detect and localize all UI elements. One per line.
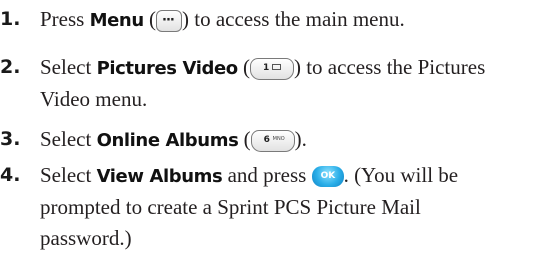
step-text: Select Online Albums (6 MNO). <box>40 124 536 156</box>
pictures-video-keyword: Pictures Video <box>96 58 239 79</box>
key-1-icon: 1 <box>249 58 294 80</box>
step-text-mid: ( <box>237 55 250 79</box>
menu-key-icon: ··· <box>156 10 182 32</box>
envelope-icon <box>271 64 281 70</box>
step-text-line2: Video menu. <box>40 87 148 111</box>
step-text: Select Pictures Video (1 ) to access the … <box>40 52 536 115</box>
online-albums-keyword: Online Albums <box>96 130 239 151</box>
step-text-after: . (You will be <box>343 163 459 187</box>
ok-key-icon: OK <box>311 166 344 187</box>
step-text-before: Select <box>40 127 97 151</box>
step-number: 3. <box>0 128 21 150</box>
step-text: Select View Albums and press OK . (You wi… <box>40 160 536 254</box>
step-number: 1. <box>0 8 21 30</box>
key-digit: 1 <box>262 63 270 73</box>
step-text-after: ) to access the main menu. <box>182 7 405 31</box>
step-text-mid: and press <box>222 163 312 187</box>
key-letters: MNO <box>272 136 285 142</box>
step-text-after: ) to access the Pictures <box>293 55 486 79</box>
ok-key-label: OK <box>320 171 336 181</box>
step-text-before: Select <box>40 55 97 79</box>
key-digit: 6 <box>263 135 270 145</box>
step-text-before: Select <box>40 163 97 187</box>
step-text-mid: ( <box>238 127 251 151</box>
view-albums-keyword: View Albums <box>96 166 223 187</box>
step-text-line3: password.) <box>40 226 132 250</box>
step-text-after: ). <box>294 127 307 151</box>
step-text-before: Press <box>40 7 90 31</box>
step-number: 2. <box>0 56 21 78</box>
step-text: Press Menu (···) to access the main menu… <box>40 4 536 36</box>
step-text-mid: ( <box>143 7 156 31</box>
step-number: 4. <box>0 164 21 186</box>
step-text-line2: prompted to create a Sprint PCS Picture … <box>40 195 421 219</box>
key-6-mno-icon: 6 MNO <box>250 130 295 152</box>
menu-keyword: Menu <box>89 10 145 31</box>
